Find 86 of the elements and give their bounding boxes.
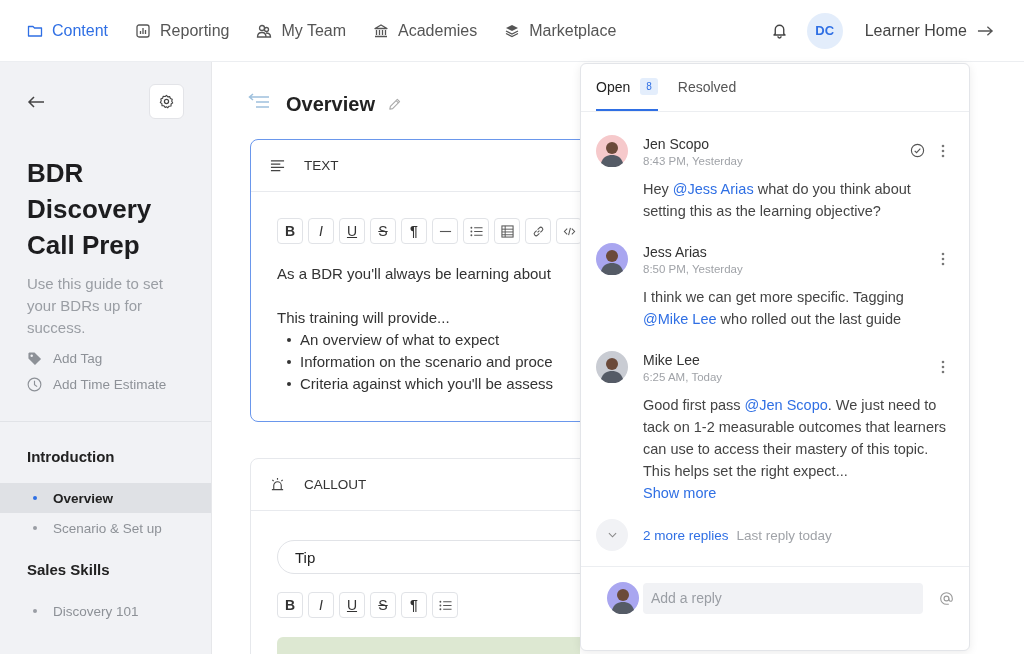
clock-icon [27, 377, 42, 392]
list-button[interactable] [463, 218, 489, 244]
reply-field[interactable]: Add a reply [643, 582, 924, 614]
comment-time: 6:25 AM, Today [643, 371, 724, 383]
nav-tab[interactable]: Marketplace [504, 21, 617, 40]
guide-description: Use this guide to set your BDRs up for success. [27, 274, 164, 338]
list-button[interactable] [432, 592, 458, 618]
format-button[interactable]: U [339, 218, 365, 244]
comment-author: Jen Scopo [643, 135, 711, 153]
mention-link[interactable]: @Jess Arias [672, 181, 754, 197]
mention-at-icon[interactable] [939, 590, 954, 606]
comment-author: Mike Lee [643, 351, 701, 369]
comments-tab[interactable]: Open 8 [596, 64, 658, 111]
body-text: As a BDR you'll always be learning about [277, 264, 552, 284]
link-icon [531, 224, 545, 238]
user-avatar[interactable]: DC [806, 12, 843, 49]
bank-icon [373, 22, 390, 39]
format-button[interactable]: S [370, 218, 396, 244]
more-options-icon[interactable] [941, 252, 945, 266]
format-button[interactable]: ¶ [401, 218, 427, 244]
bullet-icon [287, 360, 291, 364]
mention-link[interactable]: @Mike Lee [643, 311, 717, 327]
text-align-icon [270, 158, 285, 173]
outline-toggle-icon[interactable] [248, 93, 270, 109]
format-button[interactable]: B [277, 218, 303, 244]
format-button[interactable]: U [339, 592, 365, 618]
block-type-label: CALLOUT [304, 477, 367, 492]
bullet-text: Criteria against which you'll be assess [300, 374, 553, 394]
people-icon [256, 22, 273, 39]
format-button[interactable]: I [308, 218, 334, 244]
bullet-text: Information on the scenario and proce [300, 352, 553, 372]
comment-text: Good first pass @Jen Scopo. We just need to tack on 1-2 measurable outcomes that learners can use to access their mastery of this topic. This helps set the right expect... [643, 396, 948, 481]
nav-tab[interactable]: Content [27, 21, 109, 40]
avatar [596, 135, 628, 167]
settings-button[interactable] [149, 84, 184, 119]
callout-title-field[interactable]: Tip [277, 540, 580, 574]
comment-time: 8:50 PM, Yesterday [643, 263, 744, 275]
page-title: Overview [286, 92, 375, 116]
more-replies-link[interactable]: 2 more replies [643, 527, 729, 543]
siren-icon [270, 477, 285, 492]
bullet-icon [287, 382, 291, 386]
mention-link[interactable]: @Jen Scopo [744, 397, 828, 413]
chart-icon [135, 22, 152, 39]
last-reply-text: Last reply today [736, 527, 832, 543]
more-options-icon[interactable] [941, 144, 945, 158]
nav-tab[interactable]: Academies [373, 21, 478, 40]
tag-icon [27, 351, 42, 366]
comment-text: I think we can get more specific. Tagging @Mike Lee who rolled out the last guide [643, 288, 905, 329]
avatar [596, 243, 628, 275]
comment-author: Jess Arias [643, 243, 708, 261]
more-options-icon[interactable] [941, 360, 945, 374]
avatar [607, 582, 639, 614]
table-icon [500, 224, 514, 238]
format-button[interactable]: S [370, 592, 396, 618]
link-button[interactable] [525, 218, 551, 244]
code-button[interactable] [556, 218, 580, 244]
nav-tab[interactable]: Reporting [135, 21, 230, 40]
comment-text: Hey @Jess Arias what do you think about setting this as the learning objective? [643, 180, 912, 221]
body-text: This training will provide... [277, 308, 451, 328]
notification-bell-icon[interactable] [770, 22, 788, 39]
bullet-list-icon [438, 598, 452, 612]
section-title: Introduction [26, 448, 116, 465]
avatar [596, 351, 628, 383]
layers-icon [504, 22, 521, 39]
bullet-icon [287, 338, 291, 342]
bullet-text: An overview of what to expect [300, 330, 500, 350]
chevron-down-icon [607, 532, 617, 538]
comment-time: 8:43 PM, Yesterday [643, 155, 744, 167]
back-arrow-icon[interactable] [27, 95, 45, 108]
learner-home-link[interactable]: Learner Home [864, 21, 994, 40]
format-button[interactable]: B [277, 592, 303, 618]
format-button[interactable]: I [308, 592, 334, 618]
resolve-check-icon[interactable] [910, 143, 925, 158]
comments-tab[interactable]: Resolved [677, 64, 737, 111]
bullet-list-icon [469, 224, 483, 238]
block-type-label: TEXT [304, 158, 339, 173]
outline-item[interactable]: Overview [0, 483, 211, 513]
table-button[interactable] [494, 218, 520, 244]
count-badge: 8 [640, 78, 658, 95]
nav-tab[interactable]: My Team [256, 21, 347, 40]
guide-title: BDR Discovery Call Prep [27, 157, 153, 262]
arrow-right-icon [977, 24, 994, 37]
format-button[interactable]: ¶ [401, 592, 427, 618]
show-more-link[interactable]: Show more [643, 485, 717, 501]
settings-icon [159, 94, 174, 109]
section-title: Sales Skills [26, 561, 111, 578]
